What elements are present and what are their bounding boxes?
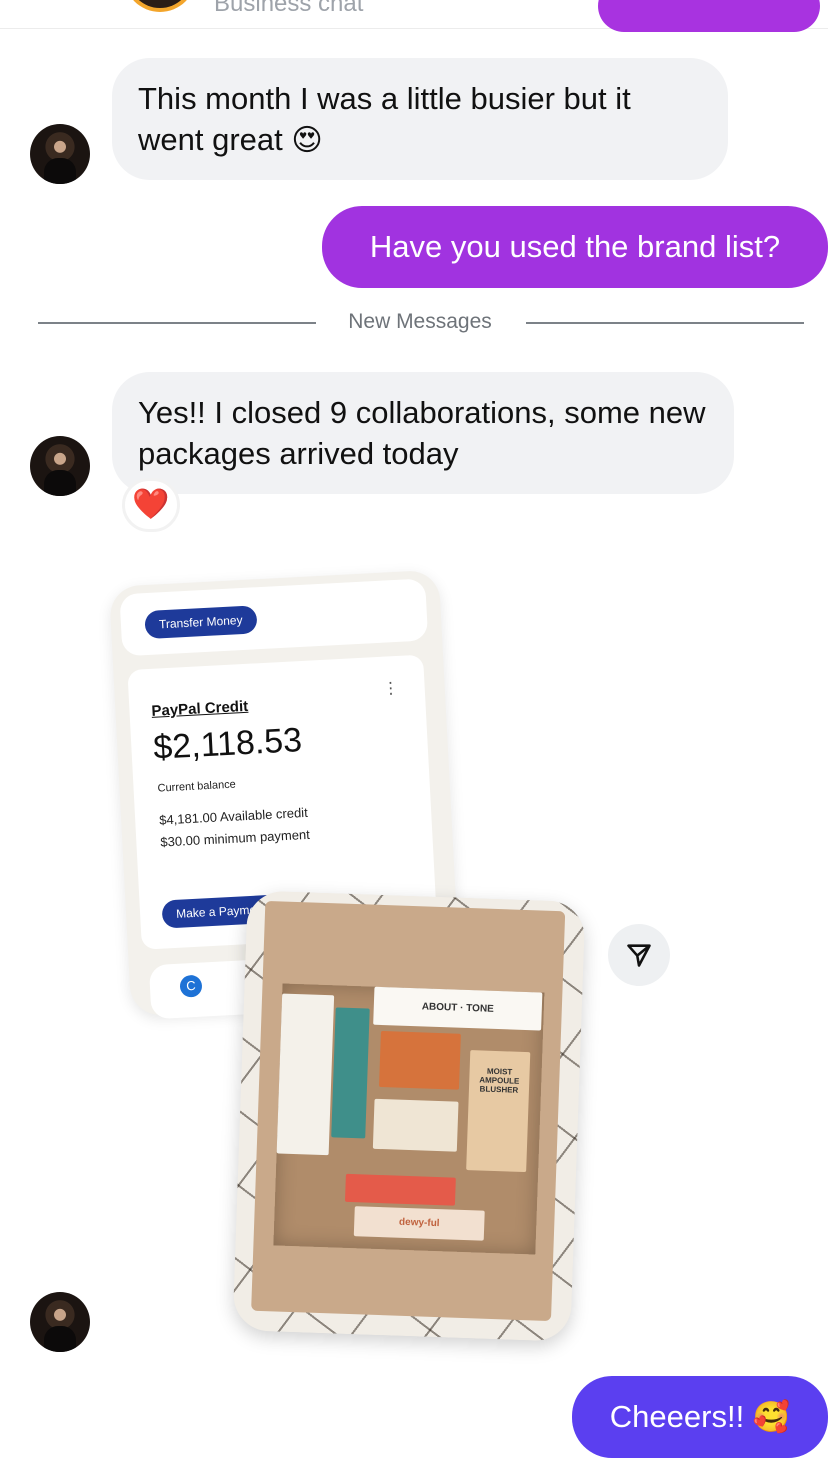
- product-box-white: [276, 993, 335, 1156]
- transfer-money-button: Transfer Money: [144, 605, 258, 640]
- share-button[interactable]: [608, 924, 670, 986]
- product-box-teal: [331, 1007, 370, 1139]
- heart-icon: ❤️: [132, 488, 170, 521]
- divider-line-right: [526, 322, 804, 324]
- header-subtitle: Business chat: [214, 0, 364, 17]
- paypal-top-section: Transfer Money: [119, 578, 429, 657]
- sender-avatar[interactable]: [30, 436, 90, 496]
- incoming-message-bubble[interactable]: Yes!! I closed 9 collaborations, some ne…: [112, 372, 734, 494]
- divider-line-left: [38, 322, 316, 324]
- heart-reaction[interactable]: ❤️: [122, 478, 180, 532]
- message-text: Cheeers!!: [609, 1399, 745, 1434]
- product-box-orange: [378, 1030, 461, 1090]
- product-dewy-ful: dewy-ful: [353, 1206, 485, 1241]
- product-blusher: MOIST AMPOULE BLUSHER: [466, 1050, 531, 1173]
- chat-header: Business chat: [0, 0, 828, 32]
- product-box-red: [344, 1173, 456, 1206]
- outgoing-message-bubble[interactable]: Cheeers!! 🥰: [572, 1376, 828, 1458]
- available-credit: $4,181.00 Available credit: [158, 804, 309, 828]
- outgoing-message-bubble[interactable]: Have you used the brand list?: [322, 206, 828, 288]
- paper-plane-icon: [627, 944, 651, 967]
- balance-caption: Current balance: [157, 778, 237, 795]
- minimum-payment: $30.00 minimum payment: [160, 826, 311, 850]
- smiling-hearts-emoji: 🥰: [752, 1401, 791, 1434]
- paypal-logo-icon: C: [179, 974, 203, 998]
- heart-eyes-emoji: 😍: [291, 124, 323, 157]
- header-avatar[interactable]: [124, 0, 196, 12]
- package-box-photo[interactable]: ABOUT · TONE MOIST AMPOULE BLUSHER dewy-…: [232, 890, 586, 1342]
- message-text: This month I was a little busier but it …: [138, 81, 631, 157]
- sender-avatar[interactable]: [30, 1292, 90, 1352]
- product-about-tone: ABOUT · TONE: [373, 986, 543, 1031]
- box-interior: ABOUT · TONE MOIST AMPOULE BLUSHER dewy-…: [273, 983, 545, 1255]
- paypal-credit-title: PayPal Credit: [151, 697, 249, 720]
- message-text: Have you used the brand list?: [369, 229, 781, 264]
- paypal-balance: $2,118.53: [152, 721, 303, 767]
- product-box-cream: [372, 1098, 459, 1152]
- incoming-message-bubble[interactable]: This month I was a little busier but it …: [112, 58, 728, 180]
- sender-avatar[interactable]: [30, 124, 90, 184]
- more-options-icon: ⋮: [382, 679, 400, 698]
- new-messages-divider: New Messages: [348, 310, 492, 333]
- previous-outgoing-bubble[interactable]: [598, 0, 820, 32]
- message-text: Yes!! I closed 9 collaborations, some ne…: [138, 395, 706, 471]
